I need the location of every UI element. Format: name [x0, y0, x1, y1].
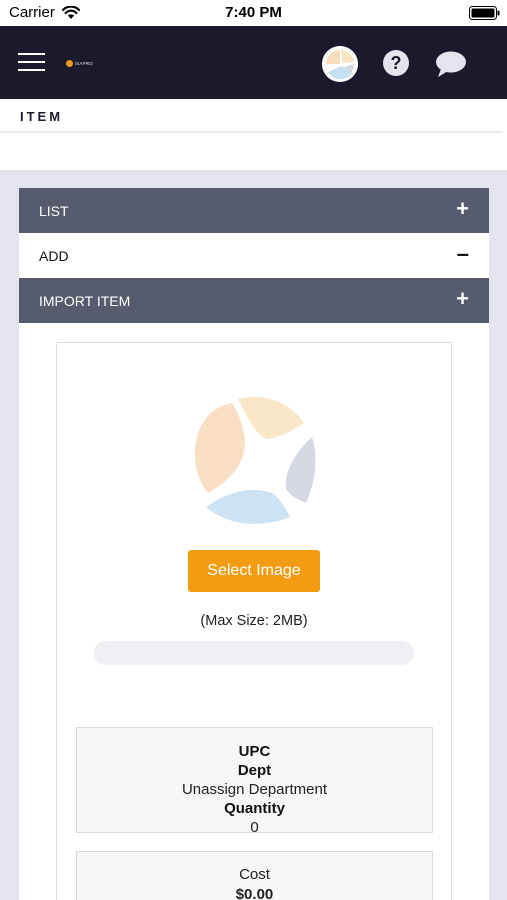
dept-label: Dept: [237, 762, 272, 779]
page-title-bar: ITEM: [0, 99, 503, 133]
app-logo: iSAPRO: [66, 57, 93, 69]
avatar[interactable]: [322, 46, 358, 82]
cost-card: Cost $0.00: [76, 851, 433, 900]
import-item-panel: Select Image (Max Size: 2MB) UPC Dept Un…: [19, 323, 489, 900]
accordion-list-label: LIST: [39, 203, 69, 219]
status-bar: Carrier 7:40 PM: [0, 0, 507, 26]
battery-icon: [469, 6, 500, 20]
avatar-image-icon: [322, 46, 358, 82]
accordion-import-item[interactable]: IMPORT ITEM +: [19, 278, 489, 323]
quantity-value: 0: [250, 819, 259, 836]
image-placeholder-icon: [194, 396, 316, 524]
status-time: 7:40 PM: [225, 4, 282, 21]
dept-value: Unassign Department: [181, 781, 328, 798]
accordion-add-label: ADD: [39, 248, 69, 264]
svg-text:?: ?: [391, 53, 402, 73]
collapse-icon[interactable]: –: [457, 242, 469, 266]
upload-card: Select Image (Max Size: 2MB) UPC Dept Un…: [56, 342, 452, 900]
max-size-note: (Max Size: 2MB): [200, 613, 308, 629]
select-image-button[interactable]: Select Image: [188, 550, 320, 592]
help-icon[interactable]: ?: [382, 49, 410, 77]
cost-value: $0.00: [235, 886, 274, 900]
accordion-add[interactable]: ADD –: [19, 233, 489, 278]
accordion-list[interactable]: LIST +: [19, 188, 489, 233]
logo-mark: [66, 59, 73, 67]
page-title: ITEM: [20, 109, 64, 124]
cost-label: Cost: [239, 866, 270, 883]
upc-label: UPC: [238, 743, 271, 760]
quantity-label: Quantity: [224, 800, 285, 817]
item-info-card: UPC Dept Unassign Department Quantity 0: [76, 727, 433, 836]
upload-progress-bar: [94, 641, 414, 665]
expand-icon[interactable]: +: [456, 197, 469, 221]
expand-icon[interactable]: +: [456, 287, 469, 311]
app-header: iSAPRO ?: [0, 26, 507, 99]
accordion-import-item-label: IMPORT ITEM: [39, 293, 131, 309]
logo-text: iSAPRO: [75, 60, 93, 66]
chat-icon[interactable]: [435, 50, 467, 78]
menu-icon[interactable]: [18, 51, 45, 73]
